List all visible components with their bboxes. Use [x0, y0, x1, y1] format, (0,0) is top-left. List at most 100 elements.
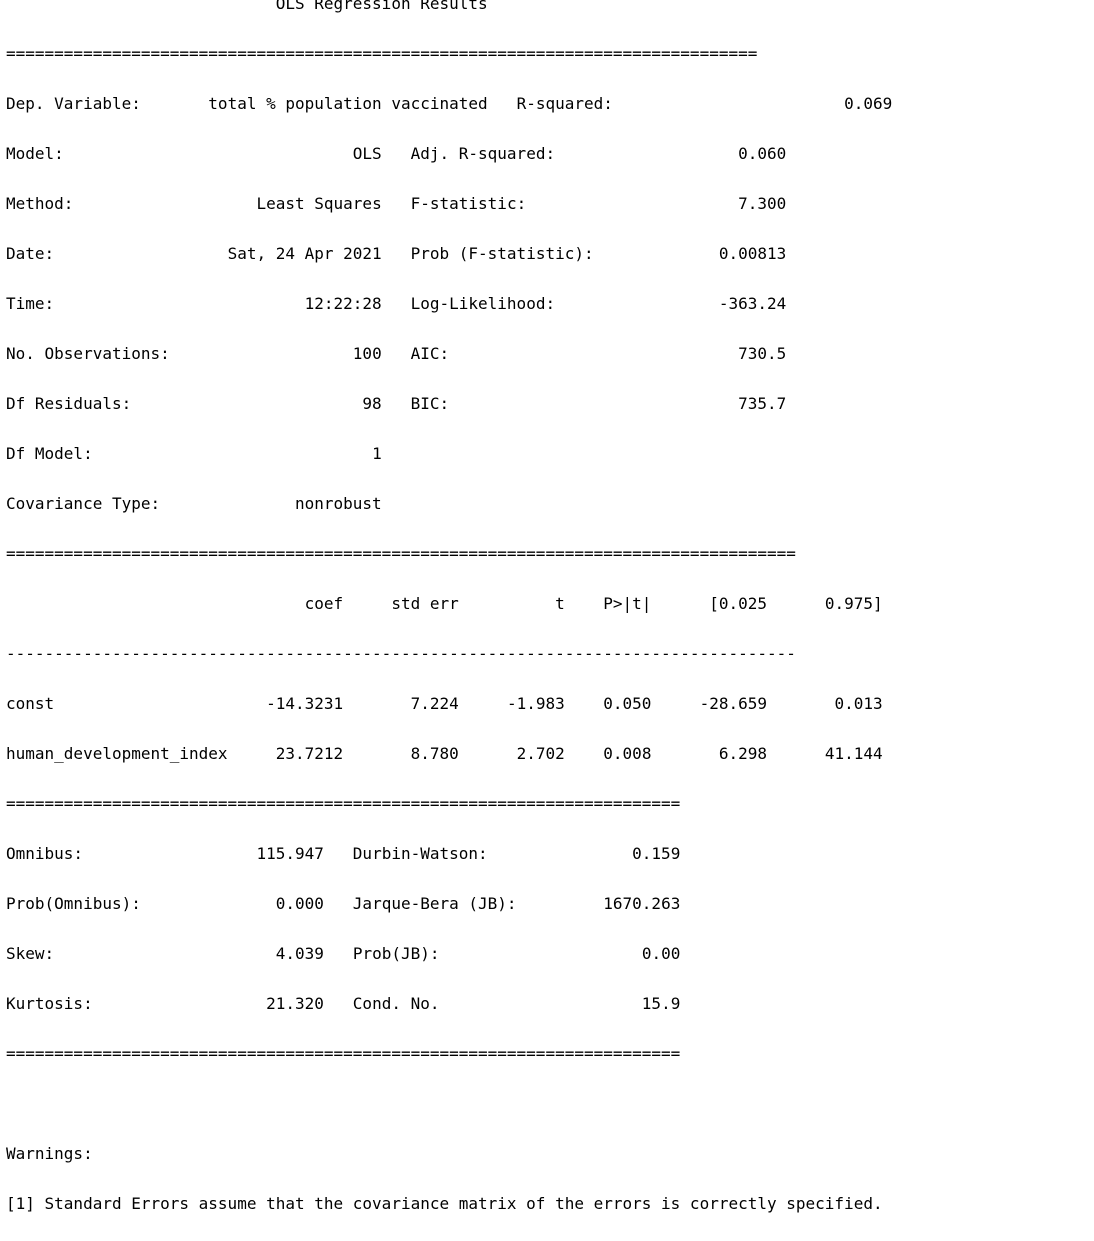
coef-value: 41.144: [824, 744, 883, 763]
header-left-label: Df Residuals:: [6, 394, 132, 413]
diag-left-label: Skew:: [6, 944, 55, 963]
rule-coef-top: ========================================…: [6, 544, 796, 563]
header-right-value: 730.5: [738, 344, 787, 363]
diagnostic-row: Prob(Omnibus): 0.000 Jarque-Bera (JB): 1…: [6, 891, 892, 916]
diag-right-value: 0.159: [632, 844, 681, 863]
rule-coef-mid: ----------------------------------------…: [6, 644, 796, 663]
coef-column-header: t: [555, 594, 565, 613]
header-row: No. Observations: 100 AIC: 730.5: [6, 341, 892, 366]
header-left-label: Df Model:: [6, 444, 93, 463]
header-row: Covariance Type: nonrobust: [6, 491, 892, 516]
coef-value: 23.7212: [275, 744, 344, 763]
warnings-heading: Warnings:: [6, 1144, 93, 1163]
coef-value: 0.008: [603, 744, 652, 763]
header-right-label: F-statistic:: [410, 194, 527, 213]
coef-value: 6.298: [718, 744, 768, 763]
coef-column-header: std err: [391, 594, 459, 613]
diag-left-value: 115.947: [256, 844, 324, 863]
diag-right-label: Jarque-Bera (JB):: [352, 894, 517, 913]
coef-row: human_development_index 23.7212 8.780 2.…: [6, 741, 892, 766]
coef-column-header: [0.025: [709, 594, 768, 613]
diag-left-label: Omnibus:: [6, 844, 84, 863]
coef-name: const: [6, 694, 55, 713]
header-left-value: 12:22:28: [304, 294, 382, 313]
header-row: Dep. Variable: total % population vaccin…: [6, 91, 892, 116]
header-right-label: Prob (F-statistic):: [410, 244, 594, 263]
header-left-value: OLS: [352, 144, 382, 163]
header-left-label: Method:: [6, 194, 74, 213]
header-right-value: 735.7: [738, 394, 787, 413]
header-left-value: total % population vaccinated: [208, 94, 488, 113]
coef-header-row: coef std err t P>|t| [0.025 0.975]: [6, 591, 892, 616]
rule-major: ========================================…: [6, 794, 681, 813]
coef-value: 0.050: [603, 694, 652, 713]
header-left-value: nonrobust: [294, 494, 382, 513]
header-right-value: -363.24: [718, 294, 787, 313]
ols-summary: OLS Regression Results =================…: [6, 0, 892, 1241]
coef-value: 7.224: [410, 694, 459, 713]
coef-name: human_development_index: [6, 744, 228, 763]
rule-major: ========================================…: [6, 44, 758, 63]
header-right-label: BIC:: [410, 394, 450, 413]
coef-value: 0.013: [834, 694, 883, 713]
header-row: Method: Least Squares F-statistic: 7.300: [6, 191, 892, 216]
header-left-value: 1: [372, 444, 382, 463]
header-row: Model: OLS Adj. R-squared: 0.060: [6, 141, 892, 166]
header-left-label: No. Observations:: [6, 344, 170, 363]
header-right-label: Log-Likelihood:: [410, 294, 556, 313]
header-left-value: Least Squares: [256, 194, 382, 213]
coef-value: -28.659: [699, 694, 768, 713]
rule-top: ========================================…: [6, 41, 892, 66]
header-left-label: Dep. Variable:: [6, 94, 141, 113]
header-row: Df Residuals: 98 BIC: 735.7: [6, 391, 892, 416]
header-left-label: Covariance Type:: [6, 494, 161, 513]
header-left-label: Time:: [6, 294, 55, 313]
header-row: Date: Sat, 24 Apr 2021 Prob (F-statistic…: [6, 241, 892, 266]
diagnostic-row: Kurtosis: 21.320 Cond. No. 15.9: [6, 991, 892, 1016]
header-right-label: R-squared:: [516, 94, 613, 113]
diag-left-label: Prob(Omnibus):: [6, 894, 141, 913]
rule-major: ========================================…: [6, 1044, 681, 1063]
rule-diag-bottom: ========================================…: [6, 1041, 892, 1066]
diag-left-value: 0.000: [275, 894, 324, 913]
diag-right-value: 15.9: [641, 994, 681, 1013]
coef-value: 8.780: [410, 744, 459, 763]
rule-diag-top: ========================================…: [6, 791, 892, 816]
coef-column-header: 0.975]: [824, 594, 883, 613]
diag-left-value: 21.320: [266, 994, 324, 1013]
coef-column-header: coef: [304, 594, 344, 613]
header-right-value: 0.060: [738, 144, 787, 163]
header-right-value: 0.00813: [718, 244, 787, 263]
coef-row: const -14.3231 7.224 -1.983 0.050 -28.65…: [6, 691, 892, 716]
header-left-value: 98: [362, 394, 382, 413]
diag-left-label: Kurtosis:: [6, 994, 93, 1013]
diag-right-value: 1670.263: [603, 894, 681, 913]
diag-right-label: Prob(JB):: [352, 944, 440, 963]
diag-left-value: 4.039: [275, 944, 324, 963]
warning-line: [1] Standard Errors assume that the cova…: [6, 1191, 892, 1216]
rule-minor: ----------------------------------------…: [6, 644, 758, 663]
warnings-heading-line: Warnings:: [6, 1141, 892, 1166]
header-row: Df Model: 1: [6, 441, 892, 466]
header-right-value: 7.300: [738, 194, 787, 213]
header-left-value: 100: [352, 344, 382, 363]
coef-value: 2.702: [516, 744, 565, 763]
coef-value: -1.983: [506, 694, 565, 713]
coef-value: -14.3231: [266, 694, 344, 713]
header-left-label: Date:: [6, 244, 55, 263]
warning-text: [1] Standard Errors assume that the cova…: [6, 1194, 883, 1213]
header-row: Time: 12:22:28 Log-Likelihood: -363.24: [6, 291, 892, 316]
title-line: OLS Regression Results: [6, 0, 892, 16]
header-left-value: Sat, 24 Apr 2021: [227, 244, 382, 263]
diag-right-label: Cond. No.: [352, 994, 440, 1013]
diagnostic-row: Omnibus: 115.947 Durbin-Watson: 0.159: [6, 841, 892, 866]
header-right-value: 0.069: [844, 94, 893, 113]
header-left-label: Model:: [6, 144, 64, 163]
summary-title: OLS Regression Results: [275, 0, 488, 13]
diag-right-label: Durbin-Watson:: [352, 844, 488, 863]
coef-column-header: P>|t|: [603, 594, 652, 613]
header-right-label: AIC:: [410, 344, 450, 363]
diag-right-value: 0.00: [641, 944, 681, 963]
header-right-label: Adj. R-squared:: [410, 144, 556, 163]
